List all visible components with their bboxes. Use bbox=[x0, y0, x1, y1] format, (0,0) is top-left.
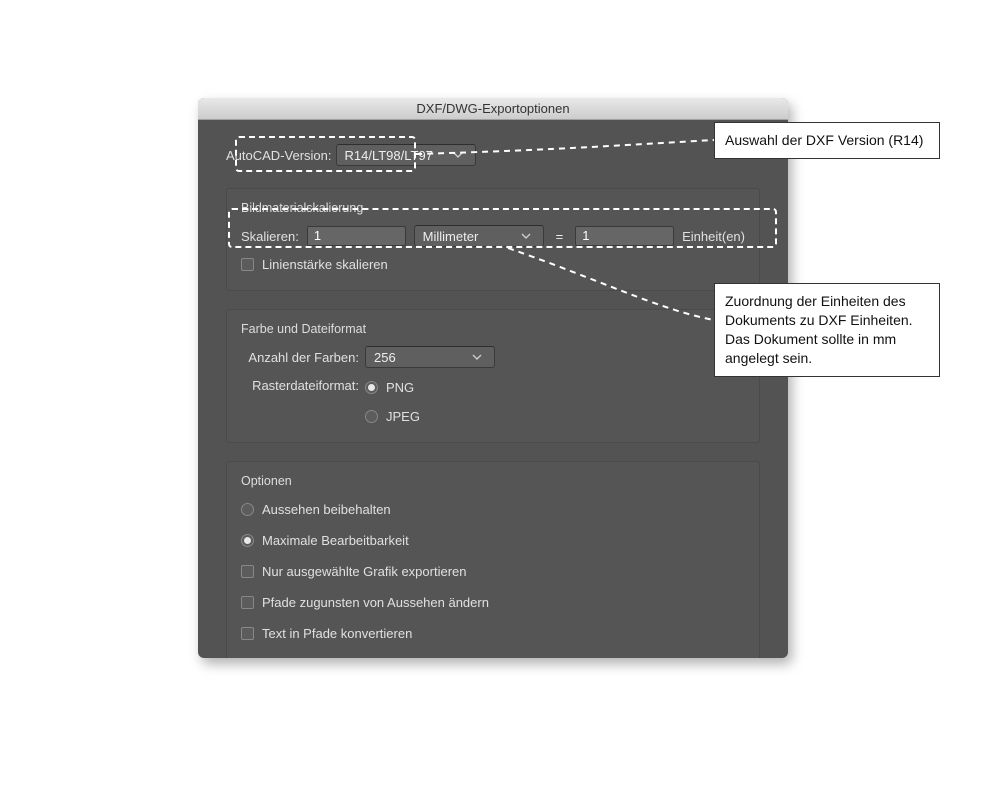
option-max-editability[interactable]: Maximale Bearbeitbarkeit bbox=[241, 533, 745, 548]
checkbox-icon bbox=[241, 565, 254, 578]
raster-format-row: Rasterdateiformat: PNG JPEG bbox=[241, 376, 745, 428]
scale-lineweights-row[interactable]: Linienstärke skalieren bbox=[241, 257, 745, 272]
colors-count-row: Anzahl der Farben: 256 bbox=[241, 346, 745, 368]
scaling-panel-title: Bildmaterialskalierung bbox=[241, 201, 745, 215]
options-panel-title: Optionen bbox=[241, 474, 745, 488]
scale-unit-value: Millimeter bbox=[423, 229, 479, 244]
colors-count-label: Anzahl der Farben: bbox=[241, 350, 359, 365]
radio-icon bbox=[241, 534, 254, 547]
option-text-to-paths[interactable]: Text in Pfade konvertieren bbox=[241, 626, 745, 641]
option-label: Text in Pfade konvertieren bbox=[262, 626, 412, 641]
scaling-panel: Bildmaterialskalierung Skalieren: 1 Mill… bbox=[226, 188, 760, 291]
autocad-version-label: AutoCAD-Version: bbox=[226, 148, 332, 163]
color-format-title: Farbe und Dateiformat bbox=[241, 322, 745, 336]
option-label: Aussehen beibehalten bbox=[262, 502, 391, 517]
radio-icon bbox=[365, 410, 378, 423]
option-label: Maximale Bearbeitbarkeit bbox=[262, 533, 409, 548]
autocad-version-select[interactable]: R14/LT98/LT97 bbox=[336, 144, 476, 166]
colors-count-select[interactable]: 256 bbox=[365, 346, 495, 368]
callout-version: Auswahl der DXF Version (R14) bbox=[714, 122, 940, 159]
dialog-body: AutoCAD-Version: R14/LT98/LT97 Bildmater… bbox=[198, 120, 788, 658]
raster-option-label: PNG bbox=[386, 380, 414, 395]
option-preserve-appearance[interactable]: Aussehen beibehalten bbox=[241, 502, 745, 517]
checkbox-icon bbox=[241, 258, 254, 271]
raster-option-jpeg[interactable]: JPEG bbox=[365, 409, 420, 424]
units-value-input[interactable]: 1 bbox=[575, 226, 674, 246]
autocad-version-row: AutoCAD-Version: R14/LT98/LT97 bbox=[226, 144, 760, 166]
colors-count-value: 256 bbox=[374, 350, 396, 365]
options-panel: Optionen Aussehen beibehalten Maximale B… bbox=[226, 461, 760, 658]
units-suffix: Einheit(en) bbox=[682, 229, 745, 244]
color-format-panel: Farbe und Dateiformat Anzahl der Farben:… bbox=[226, 309, 760, 443]
option-export-selected[interactable]: Nur ausgewählte Grafik exportieren bbox=[241, 564, 745, 579]
equals-sign: = bbox=[552, 229, 568, 244]
autocad-version-value: R14/LT98/LT97 bbox=[345, 148, 433, 163]
raster-format-label: Rasterdateiformat: bbox=[241, 376, 359, 393]
checkbox-icon bbox=[241, 596, 254, 609]
scale-row: Skalieren: 1 Millimeter = 1 Einheit(en) bbox=[241, 225, 745, 247]
dialog-title: DXF/DWG-Exportoptionen bbox=[198, 98, 788, 120]
scale-unit-select[interactable]: Millimeter bbox=[414, 225, 544, 247]
checkbox-icon bbox=[241, 627, 254, 640]
scale-value-input[interactable]: 1 bbox=[307, 226, 406, 246]
raster-option-label: JPEG bbox=[386, 409, 420, 424]
scale-label: Skalieren: bbox=[241, 229, 299, 244]
option-label: Nur ausgewählte Grafik exportieren bbox=[262, 564, 467, 579]
chevron-down-icon bbox=[453, 152, 469, 158]
radio-icon bbox=[241, 503, 254, 516]
chevron-down-icon bbox=[472, 354, 488, 360]
chevron-down-icon bbox=[521, 233, 537, 239]
scale-lineweights-label: Linienstärke skalieren bbox=[262, 257, 388, 272]
raster-option-png[interactable]: PNG bbox=[365, 380, 420, 395]
option-alter-paths[interactable]: Pfade zugunsten von Aussehen ändern bbox=[241, 595, 745, 610]
option-label: Pfade zugunsten von Aussehen ändern bbox=[262, 595, 489, 610]
export-dialog: DXF/DWG-Exportoptionen AutoCAD-Version: … bbox=[198, 98, 788, 658]
callout-units: Zuordnung der Einheiten des Dokuments zu… bbox=[714, 283, 940, 377]
radio-icon bbox=[365, 381, 378, 394]
